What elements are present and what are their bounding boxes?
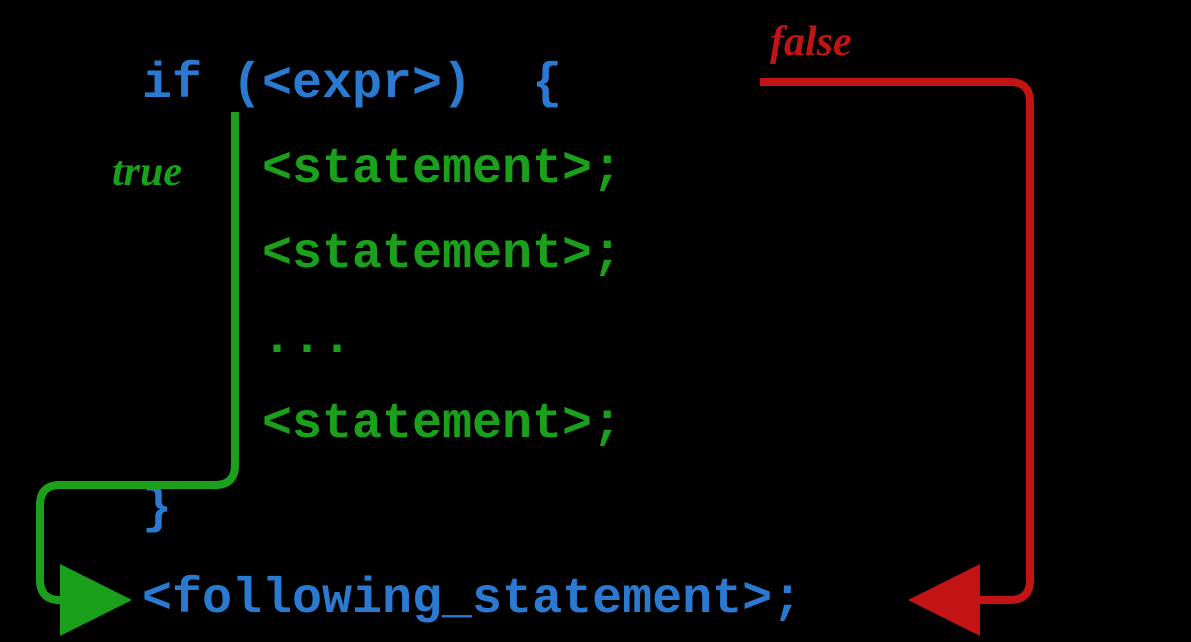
ellipsis: ... [262,315,352,365]
statement-2: <statement>; [262,230,622,280]
if-line: if (<expr>) { [142,60,562,110]
true-label: true [112,148,182,196]
statement-1: <statement>; [262,145,622,195]
false-arrow [760,82,1030,600]
statement-n: <statement>; [262,400,622,450]
diagram-stage: false true if (<expr>) { <statement>; <s… [0,0,1191,642]
close-brace: } [142,485,172,535]
following-statement: <following_statement>; [142,575,802,625]
false-label: false [770,18,852,66]
